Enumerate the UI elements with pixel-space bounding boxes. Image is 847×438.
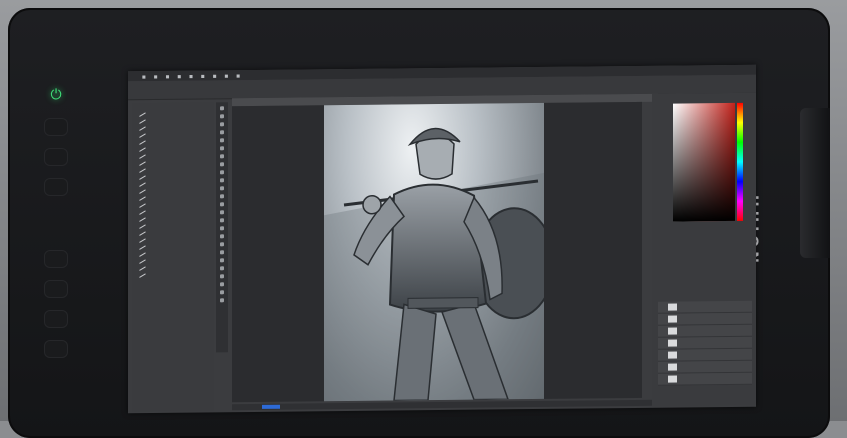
tool-icon[interactable]: [220, 186, 224, 191]
express-key[interactable]: [44, 280, 68, 298]
brush-preset[interactable]: [136, 271, 210, 279]
express-key[interactable]: [44, 118, 68, 136]
tool-icon[interactable]: [220, 170, 224, 175]
layer-row[interactable]: [658, 300, 752, 314]
tool-icon[interactable]: [220, 250, 224, 255]
tool-icon[interactable]: [220, 178, 224, 183]
tool-icon[interactable]: [220, 130, 224, 135]
tool-icon[interactable]: [220, 258, 224, 263]
tool-icon[interactable]: [220, 298, 224, 303]
express-key[interactable]: [44, 148, 68, 166]
layer-row[interactable]: [658, 312, 752, 326]
tool-icon[interactable]: [220, 226, 224, 231]
tool-icon[interactable]: [220, 266, 224, 271]
layer-row[interactable]: [658, 348, 752, 362]
tool-icon[interactable]: [220, 202, 224, 207]
layer-thumbnail: [668, 315, 677, 323]
tool-icon[interactable]: [220, 194, 224, 199]
express-key[interactable]: [44, 178, 68, 196]
tool-icon[interactable]: [220, 122, 224, 127]
tool-icon[interactable]: [220, 106, 224, 111]
tool-icon[interactable]: [220, 218, 224, 223]
tablet-stand: [800, 108, 830, 258]
layer-thumbnail: [668, 351, 677, 359]
hue-slider[interactable]: [737, 102, 743, 221]
layer-thumbnail: [668, 303, 677, 311]
layer-thumbnail: [668, 375, 677, 383]
tool-icon[interactable]: [220, 282, 224, 287]
artwork-canvas[interactable]: [324, 102, 544, 402]
express-key[interactable]: [44, 340, 68, 358]
tool-icon[interactable]: [220, 138, 224, 143]
layer-thumbnail: [668, 327, 677, 335]
express-key[interactable]: [44, 310, 68, 328]
brushes-panel: [132, 102, 214, 412]
tool-icon[interactable]: [220, 290, 224, 295]
express-key[interactable]: [44, 250, 68, 268]
tool-icon[interactable]: [220, 274, 224, 279]
tools-bar: [216, 102, 228, 353]
layer-row[interactable]: [658, 336, 752, 350]
layer-row[interactable]: [658, 372, 752, 386]
status-accent: [262, 404, 280, 409]
color-picker-field[interactable]: [673, 102, 735, 222]
tool-icon[interactable]: [220, 114, 224, 119]
tool-icon[interactable]: [220, 154, 224, 159]
tool-icon[interactable]: [220, 146, 224, 151]
power-icon[interactable]: ⏻: [46, 85, 66, 105]
tool-icon[interactable]: [220, 242, 224, 247]
tool-icon[interactable]: [220, 210, 224, 215]
layer-thumbnail: [668, 363, 677, 371]
display-screen: ■ ■ ■ ■ ■ ■ ■ ■ ■: [128, 64, 756, 414]
layer-thumbnail: [668, 339, 677, 347]
warrior-illustration: [324, 127, 544, 402]
layer-row[interactable]: [658, 360, 752, 374]
tool-icon[interactable]: [220, 234, 224, 239]
tool-icon[interactable]: [220, 162, 224, 167]
layer-row[interactable]: [658, 324, 752, 338]
